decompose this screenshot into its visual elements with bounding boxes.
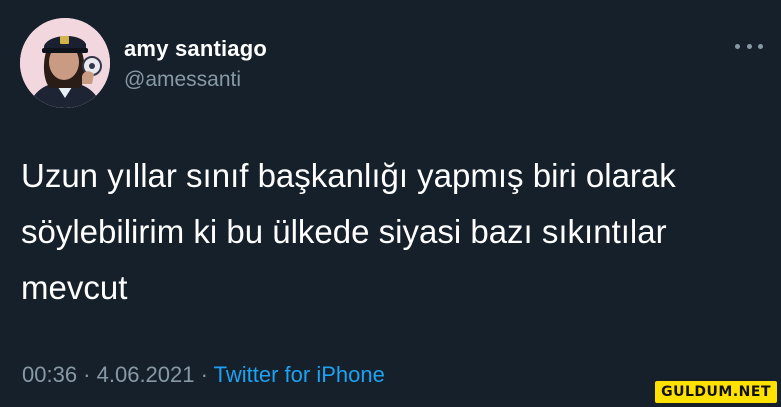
tweet-text: Uzun yıllar sınıf başkanlığı yapmış biri… xyxy=(21,157,676,306)
meta-separator: · xyxy=(77,362,97,387)
more-options-icon[interactable] xyxy=(735,40,763,52)
tweet-source-link[interactable]: Twitter for iPhone xyxy=(214,362,385,387)
more-dot-2 xyxy=(746,43,752,49)
watermark-logo: GULDUM.NET xyxy=(655,381,777,403)
tweet-meta: 00:36 · 4.06.2021 · Twitter for iPhone xyxy=(22,362,385,388)
more-dot-3 xyxy=(758,43,763,49)
avatar[interactable] xyxy=(20,18,110,108)
tweet-card: amy santiago @amessanti Uzun yıllar sını… xyxy=(0,0,781,407)
avatar-image xyxy=(20,18,110,108)
user-handle[interactable]: @amessanti xyxy=(124,68,241,92)
tweet-time[interactable]: 00:36 xyxy=(22,362,77,387)
meta-separator: · xyxy=(194,362,214,387)
display-name[interactable]: amy santiago xyxy=(124,36,267,62)
more-dot-1 xyxy=(735,43,740,49)
tweet-date[interactable]: 4.06.2021 xyxy=(97,362,195,387)
